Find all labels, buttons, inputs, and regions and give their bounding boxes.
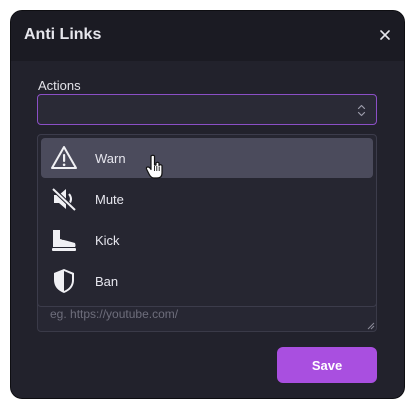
chevron-up-down-icon	[357, 104, 366, 117]
modal-title: Anti Links	[24, 26, 102, 43]
mute-icon	[51, 187, 77, 212]
option-ban-label: Ban	[95, 274, 119, 289]
actions-select[interactable]	[37, 94, 377, 125]
option-mute[interactable]: Mute	[41, 179, 373, 219]
close-icon[interactable]	[377, 27, 393, 43]
save-button[interactable]: Save	[277, 347, 377, 383]
option-warn-label: Warn	[95, 151, 126, 166]
option-kick-label: Kick	[95, 233, 120, 248]
warning-icon	[51, 146, 77, 169]
option-mute-label: Mute	[95, 192, 124, 207]
kick-boot-icon	[52, 230, 76, 251]
actions-label: Actions	[38, 78, 81, 93]
actions-dropdown-menu: Warn Mute Kick Ban	[37, 134, 377, 307]
links-placeholder: eg. https://youtube.com/	[50, 307, 179, 321]
option-ban[interactable]: Ban	[41, 261, 373, 301]
option-warn[interactable]: Warn	[41, 138, 373, 178]
option-kick[interactable]: Kick	[41, 220, 373, 260]
hand-pointer-icon	[145, 154, 163, 179]
modal-header: Anti Links	[11, 11, 404, 61]
anti-links-modal: Anti Links Actions eg. https://youtube.c…	[10, 10, 405, 399]
resize-grip-icon[interactable]	[367, 322, 375, 330]
shield-icon	[54, 269, 74, 293]
